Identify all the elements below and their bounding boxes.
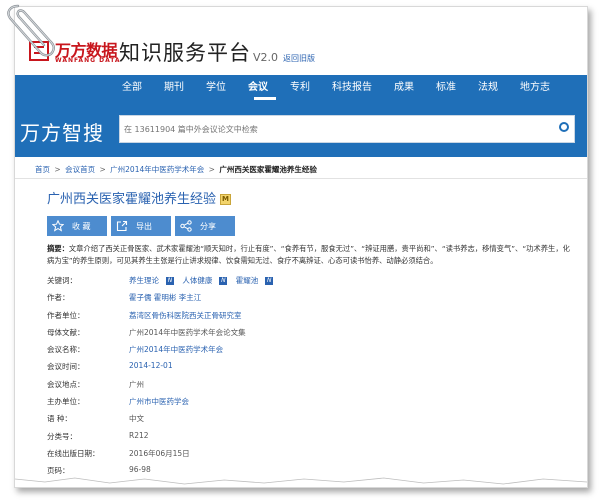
site-title: 知识服务平台 <box>119 41 251 65</box>
meta-label: 作者单位： <box>47 310 85 320</box>
keyword-link[interactable]: 霍耀池 <box>236 275 259 286</box>
meta-row-conference-date: 会议时间： 2014-12-01 <box>47 358 567 375</box>
host-link[interactable]: 广州市中医药学会 <box>129 396 189 407</box>
meta-row-parent-document: 母体文献： 广州2014年中医药学术年会论文集 <box>47 324 567 341</box>
version-label: V2.0 <box>253 51 279 64</box>
keyword-search-icon[interactable]: N <box>219 277 228 285</box>
keyword-search-icon[interactable]: N <box>166 277 174 285</box>
keyword-link[interactable]: 养生理论 <box>129 275 159 286</box>
meta-label: 会议名称： <box>47 345 85 355</box>
meta-label: 分类号： <box>47 431 77 441</box>
online-date-value: 2016年06月15日 <box>129 448 190 458</box>
meta-label: 主办单位： <box>47 397 85 407</box>
star-icon <box>52 220 64 232</box>
article-title: 广州西关医家霍耀池养生经验 <box>47 192 217 207</box>
share-button[interactable]: 分享 <box>175 216 235 236</box>
language-value: 中文 <box>129 414 144 424</box>
organization-link[interactable]: 荔湾区骨伤科医院西关正骨研究室 <box>129 310 242 321</box>
metadata-table: 关键词： 养生理论 N 人体健康 N 霍耀池 N 作者： 霍子儒 霍明彬 李主江 作者… <box>47 272 567 480</box>
back-to-old-version-link[interactable]: 返回旧版 <box>283 53 315 64</box>
nav-item-all[interactable]: 全部 <box>111 75 153 101</box>
meta-row-organization: 作者单位： 荔湾区骨伤科医院西关正骨研究室 <box>47 307 567 324</box>
meta-row-authors: 作者： 霍子儒 霍明彬 李主江 <box>47 289 567 306</box>
conference-date-value[interactable]: 2014-12-01 <box>129 361 173 370</box>
meta-row-conference-place: 会议地点： 广州 <box>47 376 567 393</box>
article-title-row: 广州西关医家霍耀池养生经验 M <box>47 188 232 207</box>
search-brand: 万方智搜 <box>20 121 104 145</box>
export-icon <box>116 220 128 232</box>
meta-row-conference-name: 会议名称： 广州2014年中医药学术年会 <box>47 341 567 358</box>
breadcrumb-separator: > <box>54 165 61 174</box>
meta-label: 语 种： <box>47 414 72 424</box>
search-input[interactable] <box>124 121 544 137</box>
meta-label: 会议时间： <box>47 362 85 372</box>
classification-value: R212 <box>129 430 149 440</box>
nav-item-tech-report[interactable]: 科技报告 <box>321 75 383 101</box>
breadcrumb-separator: > <box>208 165 215 174</box>
nav-item-local-chronicle[interactable]: 地方志 <box>509 75 561 101</box>
breadcrumb: 首页 > 会议首页 > 广州2014年中医药学术年会 > 广州西关医家霍耀池养生… <box>35 164 317 175</box>
keyword-search-icon[interactable]: N <box>265 277 274 285</box>
meta-label: 在线出版日期： <box>47 448 100 458</box>
abstract-label: 摘要： <box>47 244 69 253</box>
breadcrumb-current: 广州西关医家霍耀池养生经验 <box>219 165 317 174</box>
search-box <box>119 115 575 143</box>
paperclip-decoration <box>7 4 55 57</box>
divider <box>15 178 587 179</box>
search-icon <box>559 122 569 132</box>
nav-item-patent[interactable]: 专利 <box>279 75 321 101</box>
search-band: 全部 期刊 学位 会议 专利 科技报告 成果 标准 法规 地方志 万方智搜 <box>15 75 587 157</box>
nav-item-degree[interactable]: 学位 <box>195 75 237 101</box>
meta-row-language: 语 种： 中文 <box>47 410 567 427</box>
conference-place-value: 广州 <box>129 379 144 389</box>
meta-row-host: 主办单位： 广州市中医药学会 <box>47 393 567 410</box>
meta-row-keywords: 关键词： 养生理论 N 人体健康 N 霍耀池 N <box>47 272 567 289</box>
collect-button[interactable]: 收 藏 <box>47 216 107 236</box>
export-label: 导出 <box>136 221 152 231</box>
meta-label: 作者： <box>47 293 70 303</box>
abstract-text: 文章介绍了西关正骨医家、武术家霍耀池“顺天知时，行止有度”、“食养有节，服食无过… <box>47 244 570 265</box>
conference-name-link[interactable]: 广州2014年中医药学术年会 <box>129 344 223 355</box>
meta-label: 会议地点： <box>47 379 85 389</box>
abstract: 摘要：文章介绍了西关正骨医家、武术家霍耀池“顺天知时，行止有度”、“食养有节，服… <box>47 243 577 267</box>
nav-item-achievement[interactable]: 成果 <box>383 75 425 101</box>
breadcrumb-home[interactable]: 首页 <box>35 165 50 174</box>
collect-label: 收 藏 <box>72 221 91 231</box>
keyword-list: 养生理论 N 人体健康 N 霍耀池 N <box>129 275 279 286</box>
export-button[interactable]: 导出 <box>111 216 171 236</box>
site-header: 万方数据 WANFANG DATA 知识服务平台 V2.0 返回旧版 <box>15 7 587 75</box>
search-button[interactable] <box>554 116 574 142</box>
meta-row-classification: 分类号： R212 <box>47 428 567 445</box>
breadcrumb-conference[interactable]: 广州2014年中医药学术年会 <box>110 165 204 174</box>
meta-label: 关键词： <box>47 276 77 285</box>
category-nav: 全部 期刊 学位 会议 专利 科技报告 成果 标准 法规 地方志 <box>111 75 561 101</box>
meta-label: 母体文献： <box>47 327 85 337</box>
active-tab-indicator <box>254 97 276 100</box>
breadcrumb-separator: > <box>99 165 106 174</box>
breadcrumb-conference-home[interactable]: 会议首页 <box>65 165 95 174</box>
author-links[interactable]: 霍子儒 霍明彬 李主江 <box>129 292 201 303</box>
nav-item-journal[interactable]: 期刊 <box>153 75 195 101</box>
meta-row-online-date: 在线出版日期： 2016年06月15日 <box>47 445 567 462</box>
torn-edge-decoration <box>15 477 587 487</box>
page-frame: 万方数据 WANFANG DATA 知识服务平台 V2.0 返回旧版 全部 期刊… <box>14 6 588 488</box>
metadata-badge-icon[interactable]: M <box>220 194 232 205</box>
nav-item-standard[interactable]: 标准 <box>425 75 467 101</box>
parent-document-value: 广州2014年中医药学术年会论文集 <box>129 327 246 337</box>
nav-item-regulation[interactable]: 法规 <box>467 75 509 101</box>
article-actions: 收 藏 导出 分享 <box>47 216 235 236</box>
keyword-link[interactable]: 人体健康 <box>182 275 212 286</box>
share-icon <box>180 220 192 232</box>
share-label: 分享 <box>200 221 216 231</box>
